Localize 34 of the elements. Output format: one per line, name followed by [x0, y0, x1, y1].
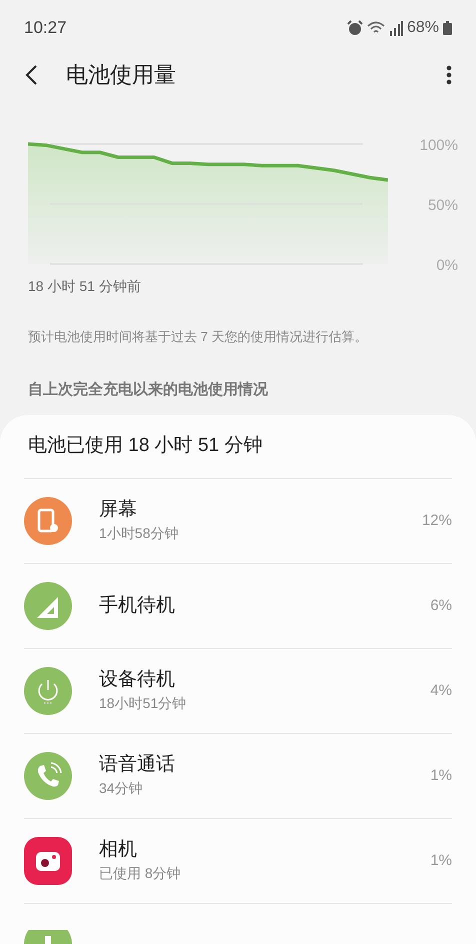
item-duration: 34分钟 — [99, 779, 144, 798]
y-axis-label: 100% — [420, 138, 458, 153]
usage-total: 电池已使用 18 小时 51 分钟 — [27, 434, 262, 458]
estimate-note: 预计电池使用时间将基于过去 7 天您的使用情况进行估算。 — [28, 328, 368, 346]
item-percent: 12% — [422, 510, 452, 531]
item-name: 设备待机 — [99, 668, 176, 692]
item-duration: 1小时58分钟 — [99, 524, 180, 544]
usage-item[interactable]: 语音通话 34分钟 1% — [24, 734, 452, 819]
usage-item[interactable]: 屏幕 1小时58分钟 12% — [24, 479, 452, 564]
more-options-icon[interactable] — [446, 64, 452, 85]
battery-percent: 68% — [406, 18, 439, 38]
item-percent: 4% — [430, 680, 452, 701]
item-name: 相机 — [99, 838, 138, 862]
item-name: 屏幕 — [99, 498, 138, 522]
page-title: 电池使用量 — [66, 61, 176, 90]
item-percent: 6% — [430, 596, 452, 616]
usage-item[interactable]: 相机 已使用 8分钟 1% — [24, 819, 452, 904]
item-percent: 1% — [430, 850, 452, 871]
y-axis-label: 0% — [436, 258, 458, 273]
y-axis-label: 50% — [428, 198, 458, 213]
chart-start-label: 18 小时 51 分钟前 — [28, 277, 142, 296]
item-name: 语音通话 — [99, 752, 176, 776]
status-time: 10:27 — [24, 17, 67, 40]
item-name: 手机待机 — [99, 594, 176, 618]
usage-item[interactable]: 手机待机 6% — [24, 564, 452, 649]
item-duration: 18小时51分钟 — [99, 694, 188, 714]
item-duration: 已使用 8分钟 — [99, 864, 182, 884]
alarm-icon — [346, 20, 363, 36]
battery-icon — [443, 21, 452, 36]
section-title: 自上次完全充电以来的电池使用情况 — [28, 380, 269, 400]
signal-bars-icon — [388, 20, 403, 36]
usage-item[interactable]: 设备待机 18小时51分钟 4% — [24, 649, 452, 734]
back-icon[interactable] — [24, 64, 38, 86]
item-percent: 1% — [430, 766, 452, 786]
